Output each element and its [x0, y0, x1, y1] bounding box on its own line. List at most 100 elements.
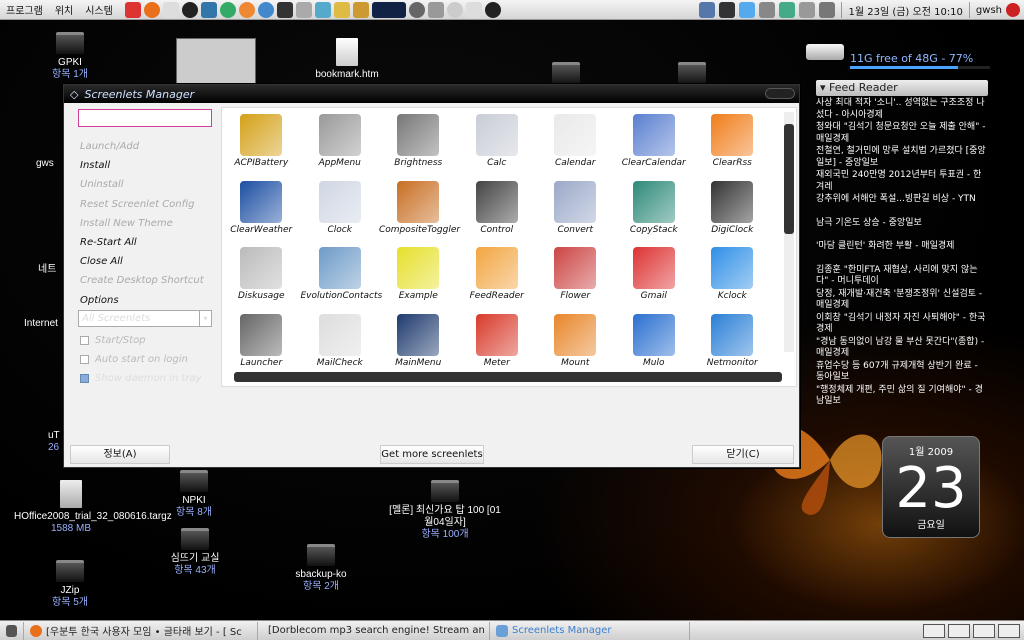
screenlet-netmonitor[interactable]: Netmonitor [693, 308, 772, 366]
window-buttons[interactable] [765, 88, 795, 99]
feed-reader-title[interactable]: ▾ Feed Reader [816, 80, 988, 96]
screenlet-gmail[interactable]: Gmail [615, 241, 694, 308]
workspace-2[interactable] [948, 623, 970, 638]
filter-dropdown[interactable]: All Screenlets ▾ [78, 309, 212, 327]
screenlet-launcher[interactable]: Launcher [222, 308, 301, 366]
screenlet-mainmenu[interactable]: MainMenu [379, 308, 458, 366]
screenlet-convert[interactable]: Convert [536, 175, 615, 242]
opera-icon[interactable] [124, 1, 141, 18]
search-icon[interactable] [484, 1, 501, 18]
screenlet-control[interactable]: Control [458, 175, 537, 242]
weather-icon[interactable] [446, 1, 463, 18]
volume-icon[interactable] [799, 2, 816, 18]
edit-icon[interactable] [465, 1, 482, 18]
terminal-icon[interactable] [276, 1, 293, 18]
workspace-switcher[interactable] [923, 623, 1024, 638]
desktop-icon[interactable] [699, 2, 716, 18]
desktop-icon-npki[interactable]: NPKI 항목 8개 [164, 470, 224, 519]
notes-icon[interactable] [352, 1, 369, 18]
workspace-4[interactable] [998, 623, 1020, 638]
desktop-icon-internet[interactable]: Internet [24, 318, 68, 330]
action-install[interactable]: Install [72, 156, 212, 175]
screenlet-acpibattery[interactable]: ACPIBattery [222, 108, 301, 175]
screenlet-mount[interactable]: Mount [536, 308, 615, 366]
scrollbar-thumb[interactable] [784, 124, 794, 234]
checkbox-box[interactable] [80, 373, 89, 383]
monitor-icon[interactable] [295, 1, 312, 18]
screenlet-evolutioncontacts[interactable]: EvolutionContacts [301, 241, 382, 308]
screenlet-mulo[interactable]: Mulo [615, 308, 694, 366]
feed-item[interactable]: 재외국민 240만명 2012년부터 투표권 - 한겨레 [816, 170, 988, 193]
action-re-start-all[interactable]: Re-Start All [72, 233, 212, 252]
desktop-icon-sbackup[interactable]: sbackup-ko 항목 2개 [286, 544, 356, 593]
font-icon[interactable] [162, 1, 179, 18]
screenlet-diskusage[interactable]: Diskusage [222, 241, 301, 308]
mail-icon[interactable] [819, 2, 836, 18]
lock-icon[interactable] [427, 1, 444, 18]
screenlet-clearweather[interactable]: ClearWeather [222, 175, 301, 242]
feed-item[interactable]: 휴업수당 등 607개 규제개혁 상반기 완료 - 동아일보 [816, 361, 988, 384]
menu-system[interactable]: 시스템 [79, 2, 119, 17]
screenlet-copystack[interactable]: CopyStack [615, 175, 694, 242]
screenlet-mailcheck[interactable]: MailCheck [301, 308, 380, 366]
desktop-icon-gws[interactable]: gws [36, 158, 66, 170]
network-icon[interactable] [200, 1, 217, 18]
update-icon[interactable] [779, 2, 796, 18]
menu-places[interactable]: 위치 [49, 2, 79, 17]
window-titlebar[interactable]: ◇ Screenlets Manager [64, 85, 799, 103]
task-button-0[interactable]: [우분투 한국 사용자 모임 • 글타래 보기 - [ Sc [24, 621, 258, 640]
folder-icon[interactable] [678, 62, 706, 84]
network-status-icon[interactable] [739, 2, 756, 18]
lifebuoy-icon[interactable] [181, 1, 198, 18]
screenlet-clearcalendar[interactable]: ClearCalendar [615, 108, 694, 175]
screenlet-digiclock[interactable]: DigiClock [693, 175, 772, 242]
get-more-button[interactable]: Get more screenlets [380, 445, 484, 464]
clock-text[interactable]: 1월 23일 (금) 오전 10:10 [848, 3, 962, 18]
equalizer-icon[interactable] [371, 1, 406, 18]
screenlet-calc[interactable]: Calc [458, 108, 537, 175]
cube-icon[interactable] [314, 1, 331, 18]
workspace-1[interactable] [923, 623, 945, 638]
screenlet-compositetoggler[interactable]: CompositeToggler [379, 175, 460, 242]
feed-item[interactable]: "행정체제 개편, 주민 삶의 질 기여해야" - 경남일보 [816, 385, 988, 408]
task-button-1[interactable]: [Dorblecom mp3 search engine! Stream an [258, 621, 490, 640]
feed-item[interactable]: 청와대 "김석기 청문요청안 오늘 제출 안해" - 매일경제 [816, 122, 988, 145]
battery-icon[interactable] [759, 2, 776, 18]
screenlet-brightness[interactable]: Brightness [379, 108, 458, 175]
desktop-icon-bookmark[interactable]: bookmark.htm [312, 38, 382, 81]
power-icon[interactable] [1006, 3, 1020, 17]
feed-item[interactable]: 당정, 재개발·재건축 '분쟁조정위' 신설검토 - 매일경제 [816, 289, 988, 312]
feed-item[interactable]: 남극 기온도 상승 - 중앙일보 [816, 218, 988, 230]
screenlet-meter[interactable]: Meter [458, 308, 537, 366]
screenlet-clock[interactable]: Clock [301, 175, 380, 242]
messenger-icon[interactable] [257, 1, 274, 18]
emoticon-icon[interactable] [238, 1, 255, 18]
drive-widget[interactable]: 11G free of 48G - 77% [806, 40, 990, 70]
window-menu-icon[interactable]: ◇ [70, 88, 78, 101]
screenlet-clearrss[interactable]: ClearRss [693, 108, 772, 175]
firefox-icon[interactable] [143, 1, 160, 18]
desktop-icon-knitting[interactable]: 심뜨기 교실 항목 43개 [160, 528, 230, 577]
screenlet-example[interactable]: Example [379, 241, 458, 308]
about-button[interactable]: 정보(A) [70, 445, 170, 464]
feed-item[interactable]: "경남 동의없이 남강 물 부산 못간다"(종합) - 매일경제 [816, 337, 988, 360]
folder-icon[interactable] [333, 1, 350, 18]
globe-icon[interactable] [219, 1, 236, 18]
screenlet-calendar[interactable]: Calendar [536, 108, 615, 175]
folder-icon[interactable] [552, 62, 580, 84]
screenlet-flower[interactable]: Flower [536, 241, 615, 308]
user-name[interactable]: gwsh [976, 5, 1002, 16]
desktop-icon-gpki[interactable]: GPKI 항목 1개 [40, 32, 100, 81]
screenlet-feedreader[interactable]: FeedReader [458, 241, 537, 308]
search-input[interactable] [78, 109, 212, 127]
menu-applications[interactable]: 프로그램 [0, 2, 49, 17]
workspace-3[interactable] [973, 623, 995, 638]
feed-item[interactable]: 사상 최대 적자 '소니'.. 성역없는 구조조정 나섰다 - 아시아경제 [816, 98, 988, 121]
feed-item[interactable]: 전철연, 철거민에 망루 설치법 가르쳤다 [중앙일보] - 중앙일보 [816, 146, 988, 169]
feed-item[interactable]: 강추위에 서해안 폭설...빙판길 비상 - YTN [816, 194, 988, 206]
action-options[interactable]: Options [72, 291, 212, 310]
action-close-all[interactable]: Close All [72, 252, 212, 271]
desktop-icon-jzip[interactable]: JZip 항목 5개 [40, 560, 100, 609]
feed-item[interactable]: 김종훈 "한미FTA 재협상, 사리에 맞지 않는다" - 머니투데이 [816, 265, 988, 288]
gear-icon[interactable] [408, 1, 425, 18]
